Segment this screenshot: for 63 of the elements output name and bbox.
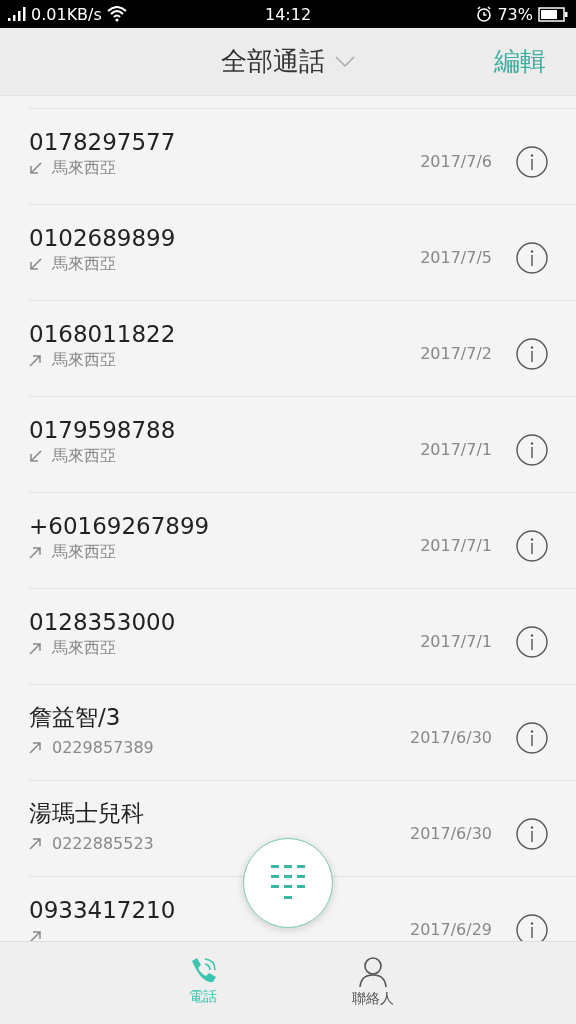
outgoing-arrow-icon: [29, 642, 42, 655]
outgoing-arrow-icon: [29, 546, 42, 559]
call-detail: 馬來西亞: [52, 542, 116, 563]
battery-icon: [538, 6, 568, 22]
caller-name: 0179598788: [29, 416, 177, 443]
call-date: 2017/7/5: [420, 247, 492, 267]
info-icon[interactable]: [516, 817, 548, 850]
info-icon[interactable]: [516, 913, 548, 942]
info-icon[interactable]: [516, 721, 548, 754]
call-log-item[interactable]: 0102689899 馬來西亞 2017/7/5: [29, 205, 576, 301]
alarm-icon: [476, 6, 493, 22]
caller-name: 詹益智/3: [29, 703, 122, 732]
caller-name: 0178297577: [29, 128, 177, 155]
caller-name: 0128353000: [29, 608, 177, 635]
call-date: 2017/6/29: [409, 919, 492, 939]
info-icon[interactable]: [516, 625, 548, 658]
battery-level: 73%: [497, 4, 533, 24]
outgoing-arrow-icon: [29, 930, 42, 942]
outgoing-arrow-icon: [29, 354, 42, 367]
caller-name: +60169267899: [29, 512, 211, 539]
call-date: 2017/7/1: [420, 535, 492, 555]
call-detail: 0222885523: [52, 833, 154, 853]
call-log-item[interactable]: 0168011822 馬來西亞 2017/7/2: [29, 301, 576, 397]
call-date: 2017/6/30: [409, 727, 492, 747]
caller-name: 0168011822: [29, 320, 177, 347]
call-detail: 馬來西亞: [52, 254, 116, 275]
info-icon[interactable]: [516, 241, 548, 274]
dialpad-icon: [271, 865, 305, 901]
call-date: 2017/7/6: [420, 151, 492, 171]
incoming-arrow-icon: [29, 450, 42, 463]
info-icon[interactable]: [516, 337, 548, 370]
wifi-icon: [106, 6, 127, 22]
call-detail: 馬來西亞: [52, 446, 116, 467]
call-detail: 馬來西亞: [52, 158, 116, 179]
network-speed: 0.01KB/s: [31, 4, 102, 24]
call-date: 2017/7/2: [420, 343, 492, 363]
caller-name: 湯瑪士兒科: [29, 799, 145, 828]
info-icon[interactable]: [516, 433, 548, 466]
caller-name: 0933417210: [29, 896, 177, 923]
info-icon[interactable]: [516, 145, 548, 178]
tab[interactable]: 聯絡人: [333, 942, 413, 1024]
chevron-down-icon: [335, 55, 355, 68]
call-date: 2017/6/30: [409, 823, 492, 843]
signal-icon: [8, 7, 26, 21]
filter-dropdown[interactable]: 全部通話: [221, 44, 355, 79]
person-icon: [358, 956, 388, 988]
call-log-item[interactable]: 0178297577 馬來西亞 2017/7/6: [29, 109, 576, 205]
info-icon[interactable]: [516, 529, 548, 562]
call-log-item[interactable]: 0179598788 馬來西亞 2017/7/1: [29, 397, 576, 493]
outgoing-arrow-icon: [29, 836, 42, 850]
clock: 14:12: [264, 4, 312, 24]
call-log-item[interactable]: 0128353000 馬來西亞 2017/7/1: [29, 589, 576, 685]
call-date: 2017/7/1: [420, 439, 492, 459]
call-detail: 馬來西亞: [52, 638, 116, 659]
call-date: 2017/7/1: [420, 631, 492, 651]
incoming-arrow-icon: [29, 162, 42, 175]
outgoing-arrow-icon: [29, 740, 42, 754]
call-detail: 馬來西亞: [52, 350, 116, 371]
call-log-item[interactable]: 詹益智/3 0229857389 2017/6/30: [29, 685, 576, 781]
incoming-arrow-icon: [29, 258, 42, 271]
caller-name: 0102689899: [29, 224, 177, 251]
call-log-item[interactable]: +60169267899 馬來西亞 2017/7/1: [29, 493, 576, 589]
call-detail: 0229857389: [52, 737, 154, 757]
